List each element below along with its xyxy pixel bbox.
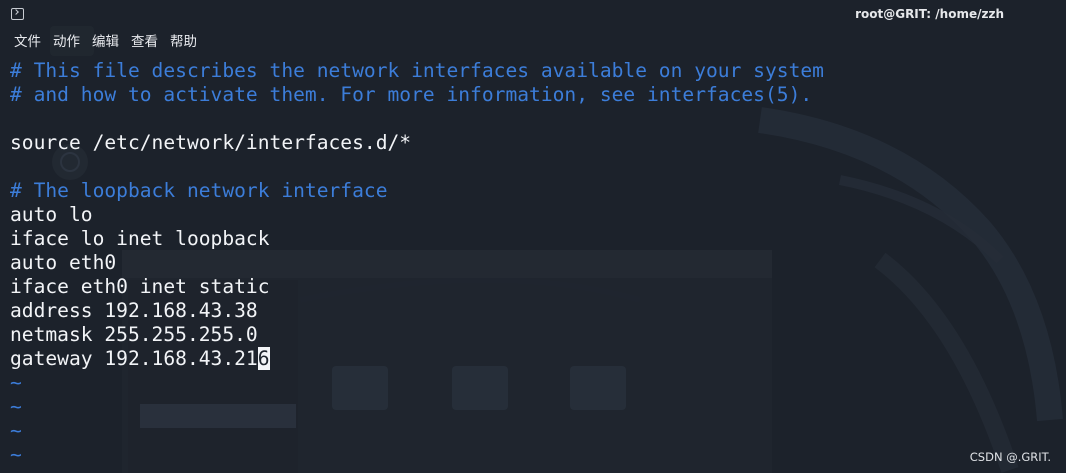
config-line: auto eth0	[10, 251, 117, 274]
menu-help[interactable]: 帮助	[164, 30, 203, 54]
vim-editor[interactable]: # This file describes the network interf…	[10, 59, 824, 467]
menu-bar: 文件 动作 编辑 查看 帮助	[0, 30, 203, 54]
config-line: iface lo inet loopback	[10, 227, 270, 250]
empty-line-marker: ~	[10, 371, 22, 394]
config-line: gateway 192.168.43.216	[10, 347, 270, 370]
comment-line: # and how to activate them. For more inf…	[10, 83, 813, 106]
window-title: root@GRIT: /home/zzh	[855, 7, 1004, 21]
empty-line-marker: ~	[10, 395, 22, 418]
terminal-window: root@GRIT: /home/zzh 文件 动作 编辑 查看 帮助 # Th…	[0, 0, 1066, 473]
title-bar[interactable]: root@GRIT: /home/zzh	[0, 0, 1066, 30]
terminal-icon	[11, 8, 24, 20]
menu-edit[interactable]: 编辑	[86, 30, 125, 54]
config-line: iface eth0 inet static	[10, 275, 270, 298]
comment-line: # This file describes the network interf…	[10, 59, 824, 82]
text-cursor: 6	[257, 347, 270, 370]
comment-line: # The loopback network interface	[10, 179, 388, 202]
menu-view[interactable]: 查看	[125, 30, 164, 54]
menu-actions[interactable]: 动作	[47, 30, 86, 54]
empty-line-marker: ~	[10, 443, 22, 466]
empty-line-marker: ~	[10, 419, 22, 442]
menu-file[interactable]: 文件	[8, 30, 47, 54]
config-line: source /etc/network/interfaces.d/*	[10, 131, 412, 154]
config-line: address 192.168.43.38	[10, 299, 258, 322]
config-line: netmask 255.255.255.0	[10, 323, 258, 346]
watermark: CSDN @.GRIT.	[969, 450, 1051, 464]
config-line: auto lo	[10, 203, 93, 226]
